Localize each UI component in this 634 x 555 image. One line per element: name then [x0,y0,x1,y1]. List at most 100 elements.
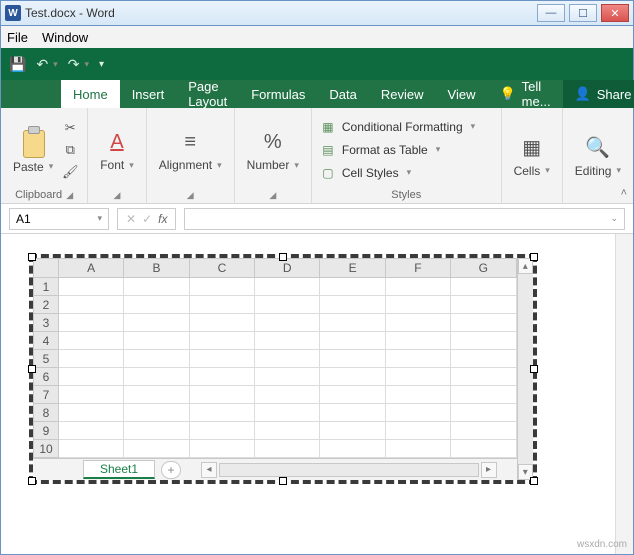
hscroll-track[interactable] [219,463,478,477]
cell[interactable] [386,350,451,368]
cell[interactable] [320,422,385,440]
cell[interactable] [255,440,320,458]
cell[interactable] [59,386,124,404]
cell-styles-button[interactable]: ▢Cell Styles▾ [320,163,475,182]
col-header-b[interactable]: B [124,258,189,278]
number-dialog-launcher[interactable]: ◢ [269,190,276,201]
cell[interactable] [255,404,320,422]
tab-review[interactable]: Review [369,80,436,108]
cell[interactable] [190,386,255,404]
resize-handle-se[interactable] [530,477,538,485]
row-header[interactable]: 9 [33,422,59,440]
row-header[interactable]: 10 [33,440,59,458]
worksheet-grid[interactable]: A B C D E F G 12345678910 Sheet1 + [33,258,517,480]
cell[interactable] [59,332,124,350]
cell[interactable] [190,368,255,386]
cell[interactable] [451,422,516,440]
format-painter-icon[interactable]: 🖌 [61,164,79,180]
cell[interactable] [190,296,255,314]
number-button[interactable]: % Number▾ [243,126,303,174]
col-header-e[interactable]: E [320,258,385,278]
cell[interactable] [59,368,124,386]
col-header-g[interactable]: G [451,258,516,278]
menu-window[interactable]: Window [42,30,88,45]
font-dialog-launcher[interactable]: ◢ [114,190,121,201]
conditional-formatting-button[interactable]: ▦Conditional Formatting▾ [320,117,475,136]
alignment-dialog-launcher[interactable]: ◢ [187,190,194,201]
menu-file[interactable]: File [7,30,28,45]
cell[interactable] [255,296,320,314]
collapse-ribbon-icon[interactable]: ˄ [621,187,627,199]
cell[interactable] [451,332,516,350]
cell[interactable] [386,296,451,314]
tab-insert[interactable]: Insert [120,80,177,108]
minimize-button[interactable]: — [537,4,565,22]
cell[interactable] [124,404,189,422]
enter-formula-icon[interactable]: ✓ [142,212,152,226]
cell[interactable] [255,422,320,440]
redo-button[interactable]: ↷▾ [68,56,89,73]
tab-formulas[interactable]: Formulas [239,80,317,108]
embedded-excel-object[interactable]: A B C D E F G 12345678910 Sheet1 + [29,254,537,484]
cell[interactable] [451,350,516,368]
resize-handle-nw[interactable] [28,253,36,261]
name-box-dropdown-icon[interactable]: ▾ [97,213,102,224]
cell[interactable] [124,386,189,404]
cell[interactable] [320,278,385,296]
cell[interactable] [320,386,385,404]
save-icon[interactable]: 💾 [9,56,26,73]
cell[interactable] [190,404,255,422]
cell[interactable] [124,350,189,368]
cell[interactable] [59,296,124,314]
cell[interactable] [255,368,320,386]
cell[interactable] [124,440,189,458]
format-as-table-button[interactable]: ▤Format as Table▾ [320,140,475,159]
col-header-f[interactable]: F [386,258,451,278]
cell[interactable] [124,332,189,350]
cancel-formula-icon[interactable]: ✕ [126,212,136,226]
resize-handle-w[interactable] [28,365,36,373]
cell[interactable] [255,350,320,368]
cell[interactable] [386,278,451,296]
cell[interactable] [451,296,516,314]
col-header-c[interactable]: C [190,258,255,278]
copy-icon[interactable]: ⧉ [61,142,79,158]
cell[interactable] [451,314,516,332]
qat-customize-icon[interactable]: ▾ [99,59,104,70]
col-header-a[interactable]: A [59,258,124,278]
cell[interactable] [386,332,451,350]
cell[interactable] [190,422,255,440]
cells-button[interactable]: ▦ Cells▾ [510,132,554,180]
paste-button[interactable]: Paste▾ [9,124,57,176]
tab-data[interactable]: Data [317,80,368,108]
cell[interactable] [320,314,385,332]
cell[interactable] [386,404,451,422]
resize-handle-e[interactable] [530,365,538,373]
row-header[interactable]: 6 [33,368,59,386]
cell[interactable] [451,278,516,296]
cell[interactable] [255,278,320,296]
cell[interactable] [386,314,451,332]
hscroll-left-icon[interactable]: ◂ [201,462,217,478]
cell[interactable] [190,440,255,458]
cell[interactable] [255,386,320,404]
cell[interactable] [320,440,385,458]
cell[interactable] [190,350,255,368]
cell[interactable] [451,386,516,404]
clipboard-dialog-launcher[interactable]: ◢ [66,190,73,201]
expand-formula-bar-icon[interactable]: ⌄ [610,213,618,224]
cut-icon[interactable]: ✂ [61,120,79,136]
maximize-button[interactable]: ☐ [569,4,597,22]
tab-page-layout[interactable]: Page Layout [176,80,239,108]
cell[interactable] [124,368,189,386]
tab-view[interactable]: View [436,80,488,108]
cell[interactable] [320,350,385,368]
hscroll-right-icon[interactable]: ▸ [481,462,497,478]
cell[interactable] [59,422,124,440]
cell[interactable] [451,404,516,422]
cell[interactable] [59,404,124,422]
col-header-d[interactable]: D [255,258,320,278]
resize-handle-ne[interactable] [530,253,538,261]
cell[interactable] [451,368,516,386]
resize-handle-sw[interactable] [28,477,36,485]
